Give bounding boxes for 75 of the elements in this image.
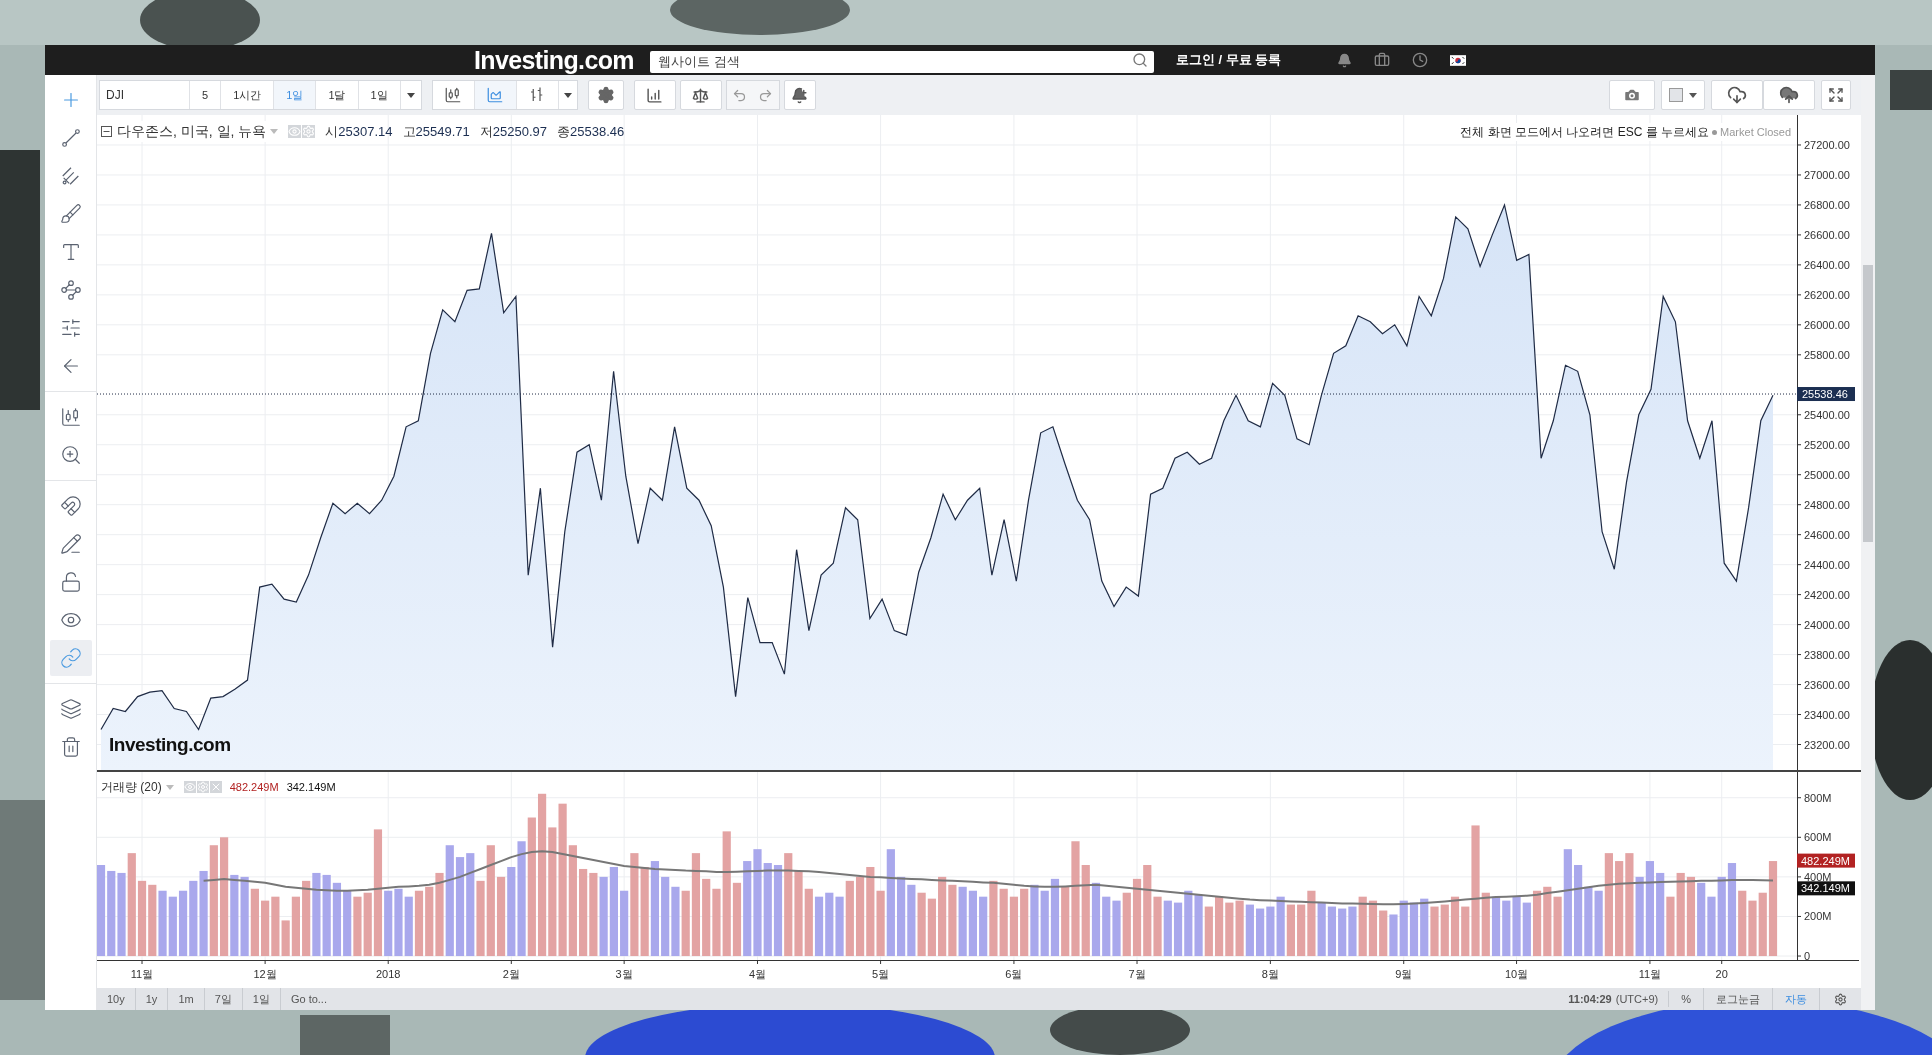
ohlc-label: 종 bbox=[557, 122, 571, 141]
chart-title[interactable]: 다우존스, 미국, 일, 뉴욕 bbox=[117, 121, 267, 142]
axis-label: 25800.00 bbox=[1804, 348, 1850, 361]
axis-label: 24600.00 bbox=[1804, 528, 1850, 541]
ohlc-value: 25250.97 bbox=[492, 122, 548, 141]
axis-label: 4월 bbox=[748, 968, 767, 980]
clock-time: 11:04:29 bbox=[1568, 991, 1612, 1007]
goto-button[interactable]: Go to... bbox=[280, 988, 337, 1010]
axis-label: 25200.00 bbox=[1804, 438, 1850, 451]
range-button[interactable]: 10y bbox=[97, 988, 136, 1010]
interval-button[interactable]: 1일 bbox=[358, 81, 401, 109]
last-price-label: 25538.46 bbox=[1797, 387, 1855, 401]
axis-label: 24800.00 bbox=[1804, 498, 1850, 511]
market-status: Market Closed bbox=[1720, 124, 1791, 140]
site-logo[interactable]: Investing.com bbox=[474, 47, 634, 73]
axis-label: 24400.00 bbox=[1804, 558, 1850, 571]
axis-label: 23200.00 bbox=[1804, 738, 1850, 751]
axis-label: 26600.00 bbox=[1804, 228, 1850, 241]
interval-button[interactable]: 5 bbox=[190, 81, 222, 109]
axis-label: 23800.00 bbox=[1804, 648, 1850, 661]
ohlc-label: 저 bbox=[479, 122, 493, 141]
login-link[interactable]: 로그인 / 무료 등록 bbox=[1175, 50, 1282, 70]
ohlc-value: 25538.46 bbox=[570, 122, 625, 141]
symbol-field[interactable]: DJI bbox=[100, 81, 190, 109]
axis-label: 23400.00 bbox=[1804, 708, 1850, 721]
ohlc-label: 시 bbox=[325, 122, 339, 141]
range-button[interactable]: 7일 bbox=[204, 988, 243, 1010]
ref-line-label: 25538.46 bbox=[1802, 388, 1848, 401]
axis-label: 9월 bbox=[1395, 968, 1413, 980]
axis-label: 11월 bbox=[130, 968, 154, 980]
axis-label: 26800.00 bbox=[1804, 198, 1850, 211]
axis-label: 600M bbox=[1804, 831, 1832, 844]
axis-label: 24000.00 bbox=[1804, 618, 1850, 631]
volume-reading: 342.149M bbox=[286, 779, 336, 795]
axis-label: 8월 bbox=[1261, 968, 1279, 980]
axis-label: 400M bbox=[1804, 870, 1832, 883]
search-field[interactable]: 웹사이트 검색 bbox=[649, 50, 1154, 73]
scale-option[interactable]: % bbox=[1669, 988, 1704, 1010]
ohlc-value: 25307.14 bbox=[338, 122, 393, 141]
volume-marker: 342.149M bbox=[1797, 881, 1855, 896]
axis-label: 24200.00 bbox=[1804, 588, 1850, 601]
axis-label: 25000.00 bbox=[1804, 468, 1850, 481]
axis-label: 800M bbox=[1804, 791, 1832, 804]
axis-label: 10월 bbox=[1504, 968, 1529, 980]
axis-label: 26400.00 bbox=[1804, 258, 1850, 271]
chart-logo: Investing.com bbox=[109, 735, 231, 754]
axis-label: 12월 bbox=[253, 968, 277, 980]
axis-label: 5월 bbox=[872, 968, 890, 980]
axis-label: 2018 bbox=[375, 968, 401, 980]
axis-label: 26000.00 bbox=[1804, 318, 1850, 331]
axis-label: 6월 bbox=[1005, 968, 1023, 980]
axis-label: 27000.00 bbox=[1804, 168, 1850, 181]
axis-label: 25400.00 bbox=[1804, 408, 1850, 421]
volume-reading: 482.249M bbox=[229, 779, 279, 795]
axis-label: 20 bbox=[1715, 968, 1728, 980]
range-button[interactable]: 1y bbox=[135, 988, 169, 1010]
timezone[interactable]: (UTC+9) bbox=[1615, 990, 1670, 1008]
scale-option[interactable]: 로그눈금 bbox=[1704, 988, 1773, 1010]
axis-label: 26200.00 bbox=[1804, 288, 1850, 301]
fullscreen-notice: 전체 화면 모드에서 나오려면 ESC 를 누르세요 bbox=[1460, 124, 1710, 141]
axis-label: 27200.00 bbox=[1804, 139, 1850, 151]
axis-label: 2월 bbox=[502, 968, 520, 980]
volume-title[interactable]: 거래량 (20) bbox=[101, 778, 162, 796]
ohlc-value: 25549.71 bbox=[415, 122, 470, 141]
axis-label: 23600.00 bbox=[1804, 678, 1850, 691]
range-button[interactable]: 1일 bbox=[242, 988, 281, 1010]
axis-label: 7월 bbox=[1128, 968, 1146, 980]
axis-label: 11월 bbox=[1638, 968, 1662, 980]
ohlc-label: 고 bbox=[402, 122, 416, 141]
axis-label: 200M bbox=[1804, 910, 1832, 923]
interval-button[interactable]: 1달 bbox=[316, 81, 359, 109]
axis-label: 0 bbox=[1804, 950, 1811, 963]
range-button[interactable]: 1m bbox=[168, 988, 205, 1010]
volume-marker: 482.249M bbox=[1797, 853, 1855, 868]
axis-label: 3월 bbox=[615, 968, 633, 980]
